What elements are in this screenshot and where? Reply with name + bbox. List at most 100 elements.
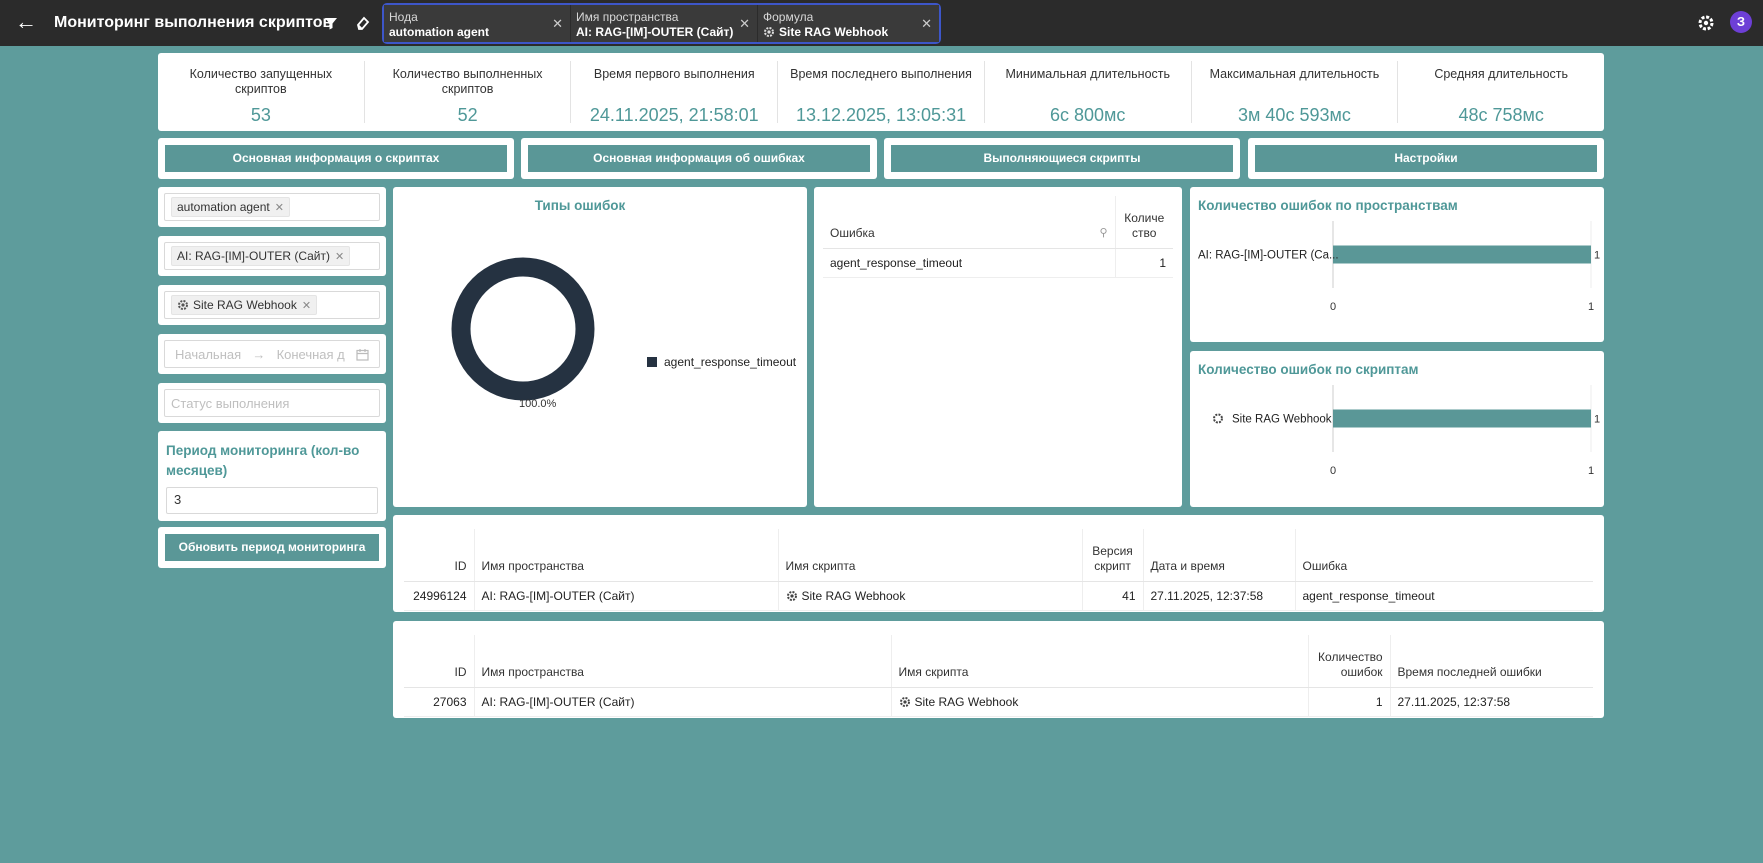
script-name: Site RAG Webhook	[801, 588, 906, 603]
table-row[interactable]: agent_response_timeout 1	[823, 248, 1173, 278]
tab-running-scripts[interactable]: Выполняющиеся скрипты	[891, 145, 1233, 172]
date-end-input[interactable]: Конечная д	[277, 347, 345, 362]
tab-settings-card: Настройки	[1248, 138, 1604, 179]
errors-by-space-card: Количество ошибок по пространствам AI: R…	[1190, 187, 1604, 342]
gear-icon	[786, 590, 797, 601]
close-icon[interactable]: ✕	[335, 250, 344, 263]
col-script[interactable]: Имя скрипта	[891, 635, 1309, 688]
chip-label: Имя пространства	[576, 10, 679, 24]
active-filters: Нода automation agent ✕ Имя пространства…	[382, 3, 941, 44]
close-icon[interactable]: ✕	[739, 16, 750, 32]
tab-scripts-info[interactable]: Основная информация о скриптах	[165, 145, 507, 172]
space-filter-card: AI: RAG-[IM]-OUTER (Сайт) ✕	[158, 236, 386, 276]
donut-percent-label: 100.0%	[519, 398, 557, 410]
col-error[interactable]: Ошибка ⚲	[823, 196, 1116, 249]
settings-gear-icon[interactable]	[1696, 13, 1716, 33]
legend-label: agent_response_timeout	[664, 355, 797, 369]
table-row[interactable]: 27063 AI: RAG-[IM]-OUTER (Сайт) Site RAG…	[404, 687, 1593, 717]
close-icon[interactable]: ✕	[275, 201, 284, 214]
tick-label: 0	[1330, 465, 1336, 477]
stat-avg-duration: Средняя длительность 48с 758мс	[1398, 61, 1604, 125]
tab-scripts-info-card: Основная информация о скриптах	[158, 138, 514, 179]
tick-label: 1	[1588, 301, 1594, 313]
category-label: Site RAG Webhook	[1232, 414, 1332, 426]
close-icon[interactable]: ✕	[302, 299, 311, 312]
col-script[interactable]: Имя скрипта	[778, 529, 1083, 582]
bar[interactable]	[1333, 245, 1591, 264]
stat-label: Максимальная длительность	[1209, 67, 1380, 81]
bar[interactable]	[1333, 409, 1591, 428]
col-id[interactable]: ID	[404, 635, 475, 688]
stat-completed: Количество выполненных скриптов 52	[365, 61, 572, 125]
tab-errors-info-card: Основная информация об ошибках	[521, 138, 877, 179]
stat-value: 6с 800мс	[1050, 105, 1126, 125]
stat-min-duration: Минимальная длительность 6с 800мс	[985, 61, 1192, 125]
tab-settings[interactable]: Настройки	[1255, 145, 1597, 172]
date-start-input[interactable]: Начальная	[175, 347, 241, 362]
gear-icon	[899, 696, 910, 707]
tag-text: AI: RAG-[IM]-OUTER (Сайт)	[177, 249, 330, 263]
stat-value: 48с 758мс	[1458, 105, 1544, 125]
script-cell: Site RAG Webhook	[778, 581, 1083, 611]
col-id[interactable]: ID	[404, 529, 475, 582]
space-tag: AI: RAG-[IM]-OUTER (Сайт) ✕	[171, 246, 351, 266]
close-icon[interactable]: ✕	[921, 16, 932, 32]
calendar-icon[interactable]	[356, 348, 369, 361]
table-row[interactable]: 24996124 AI: RAG-[IM]-OUTER (Сайт) Site …	[404, 581, 1593, 611]
filter-icon[interactable]	[321, 13, 341, 33]
legend-item[interactable]: agent_response_timeout	[647, 355, 796, 369]
script-name: Site RAG Webhook	[914, 694, 1019, 709]
period-input[interactable]: 3	[166, 487, 378, 514]
avatar[interactable]: З	[1730, 11, 1752, 33]
stat-max-duration: Максимальная длительность 3м 40с 593мс	[1192, 61, 1399, 125]
stat-value: 3м 40с 593мс	[1238, 105, 1351, 125]
legend-swatch	[647, 357, 657, 367]
eraser-icon[interactable]	[353, 13, 373, 33]
col-datetime[interactable]: Дата и время	[1143, 529, 1296, 582]
search-icon[interactable]: ⚲	[1099, 226, 1107, 241]
stat-label: Количество выполненных скриптов	[392, 67, 543, 96]
col-version[interactable]: Версия скрипт	[1082, 529, 1144, 582]
category-label: AI: RAG-[IM]-OUTER (Ca...	[1198, 250, 1339, 262]
filter-chip-space[interactable]: Имя пространства AI: RAG-[IM]-OUTER (Сай…	[571, 5, 758, 42]
status-select[interactable]: Статус выполнения	[164, 389, 380, 417]
date-range-picker[interactable]: Начальная → Конечная д	[164, 340, 380, 368]
formula-filter-card: Site RAG Webhook ✕	[158, 285, 386, 325]
period-card: Период мониторинга (кол-во месяцев) 3	[158, 431, 386, 521]
version-cell: 41	[1082, 581, 1144, 611]
formula-select[interactable]: Site RAG Webhook ✕	[164, 291, 380, 319]
donut-slice-agent-response-timeout[interactable]	[451, 257, 595, 401]
tick-label: 1	[1588, 465, 1594, 477]
error-types-card: Типы ошибок 100.0% agent_response_timeou…	[393, 187, 807, 507]
space-select[interactable]: AI: RAG-[IM]-OUTER (Сайт) ✕	[164, 242, 380, 270]
errors-by-script-chart: Site RAG Webhook 1 0 1	[1213, 385, 1600, 477]
stat-value: 52	[457, 105, 478, 125]
formula-tag: Site RAG Webhook ✕	[171, 295, 318, 315]
filter-chip-formula[interactable]: Формула Site RAG Webhook ✕	[758, 5, 939, 42]
stat-label: Время последнего выполнения	[790, 67, 972, 81]
col-space[interactable]: Имя пространства	[474, 529, 779, 582]
update-period-card: Обновить период мониторинга	[158, 527, 386, 568]
space-cell: AI: RAG-[IM]-OUTER (Сайт)	[474, 687, 892, 717]
scripts-summary-card: ID Имя пространства Имя скрипта Количест…	[393, 621, 1604, 718]
node-select[interactable]: automation agent ✕	[164, 193, 380, 221]
back-arrow-icon[interactable]: ←	[14, 11, 38, 35]
period-title: Период мониторинга (кол-во месяцев)	[166, 443, 360, 478]
col-error-count[interactable]: Количество ошибок	[1308, 635, 1391, 688]
col-error[interactable]: Ошибка	[1295, 529, 1593, 582]
page-title: Мониторинг выполнения скриптов	[54, 14, 333, 31]
col-label: Ошибка	[830, 225, 875, 240]
filter-chip-node[interactable]: Нода automation agent ✕	[384, 5, 571, 42]
update-period-button[interactable]: Обновить период мониторинга	[165, 534, 379, 561]
close-icon[interactable]: ✕	[552, 16, 563, 32]
status-filter-card: Статус выполнения	[158, 383, 386, 423]
node-filter-card: automation agent ✕	[158, 187, 386, 227]
col-space[interactable]: Имя пространства	[474, 635, 892, 688]
col-count[interactable]: Количество	[1115, 196, 1173, 249]
data-label: 1	[1594, 414, 1600, 426]
errors-by-script-card: Количество ошибок по скриптам Site RAG W…	[1190, 351, 1604, 507]
col-last-error[interactable]: Время последней ошибки	[1390, 635, 1593, 688]
stat-value: 24.11.2025, 21:58:01	[589, 105, 759, 125]
data-label: 1	[1594, 250, 1600, 262]
tab-errors-info[interactable]: Основная информация об ошибках	[528, 145, 870, 172]
